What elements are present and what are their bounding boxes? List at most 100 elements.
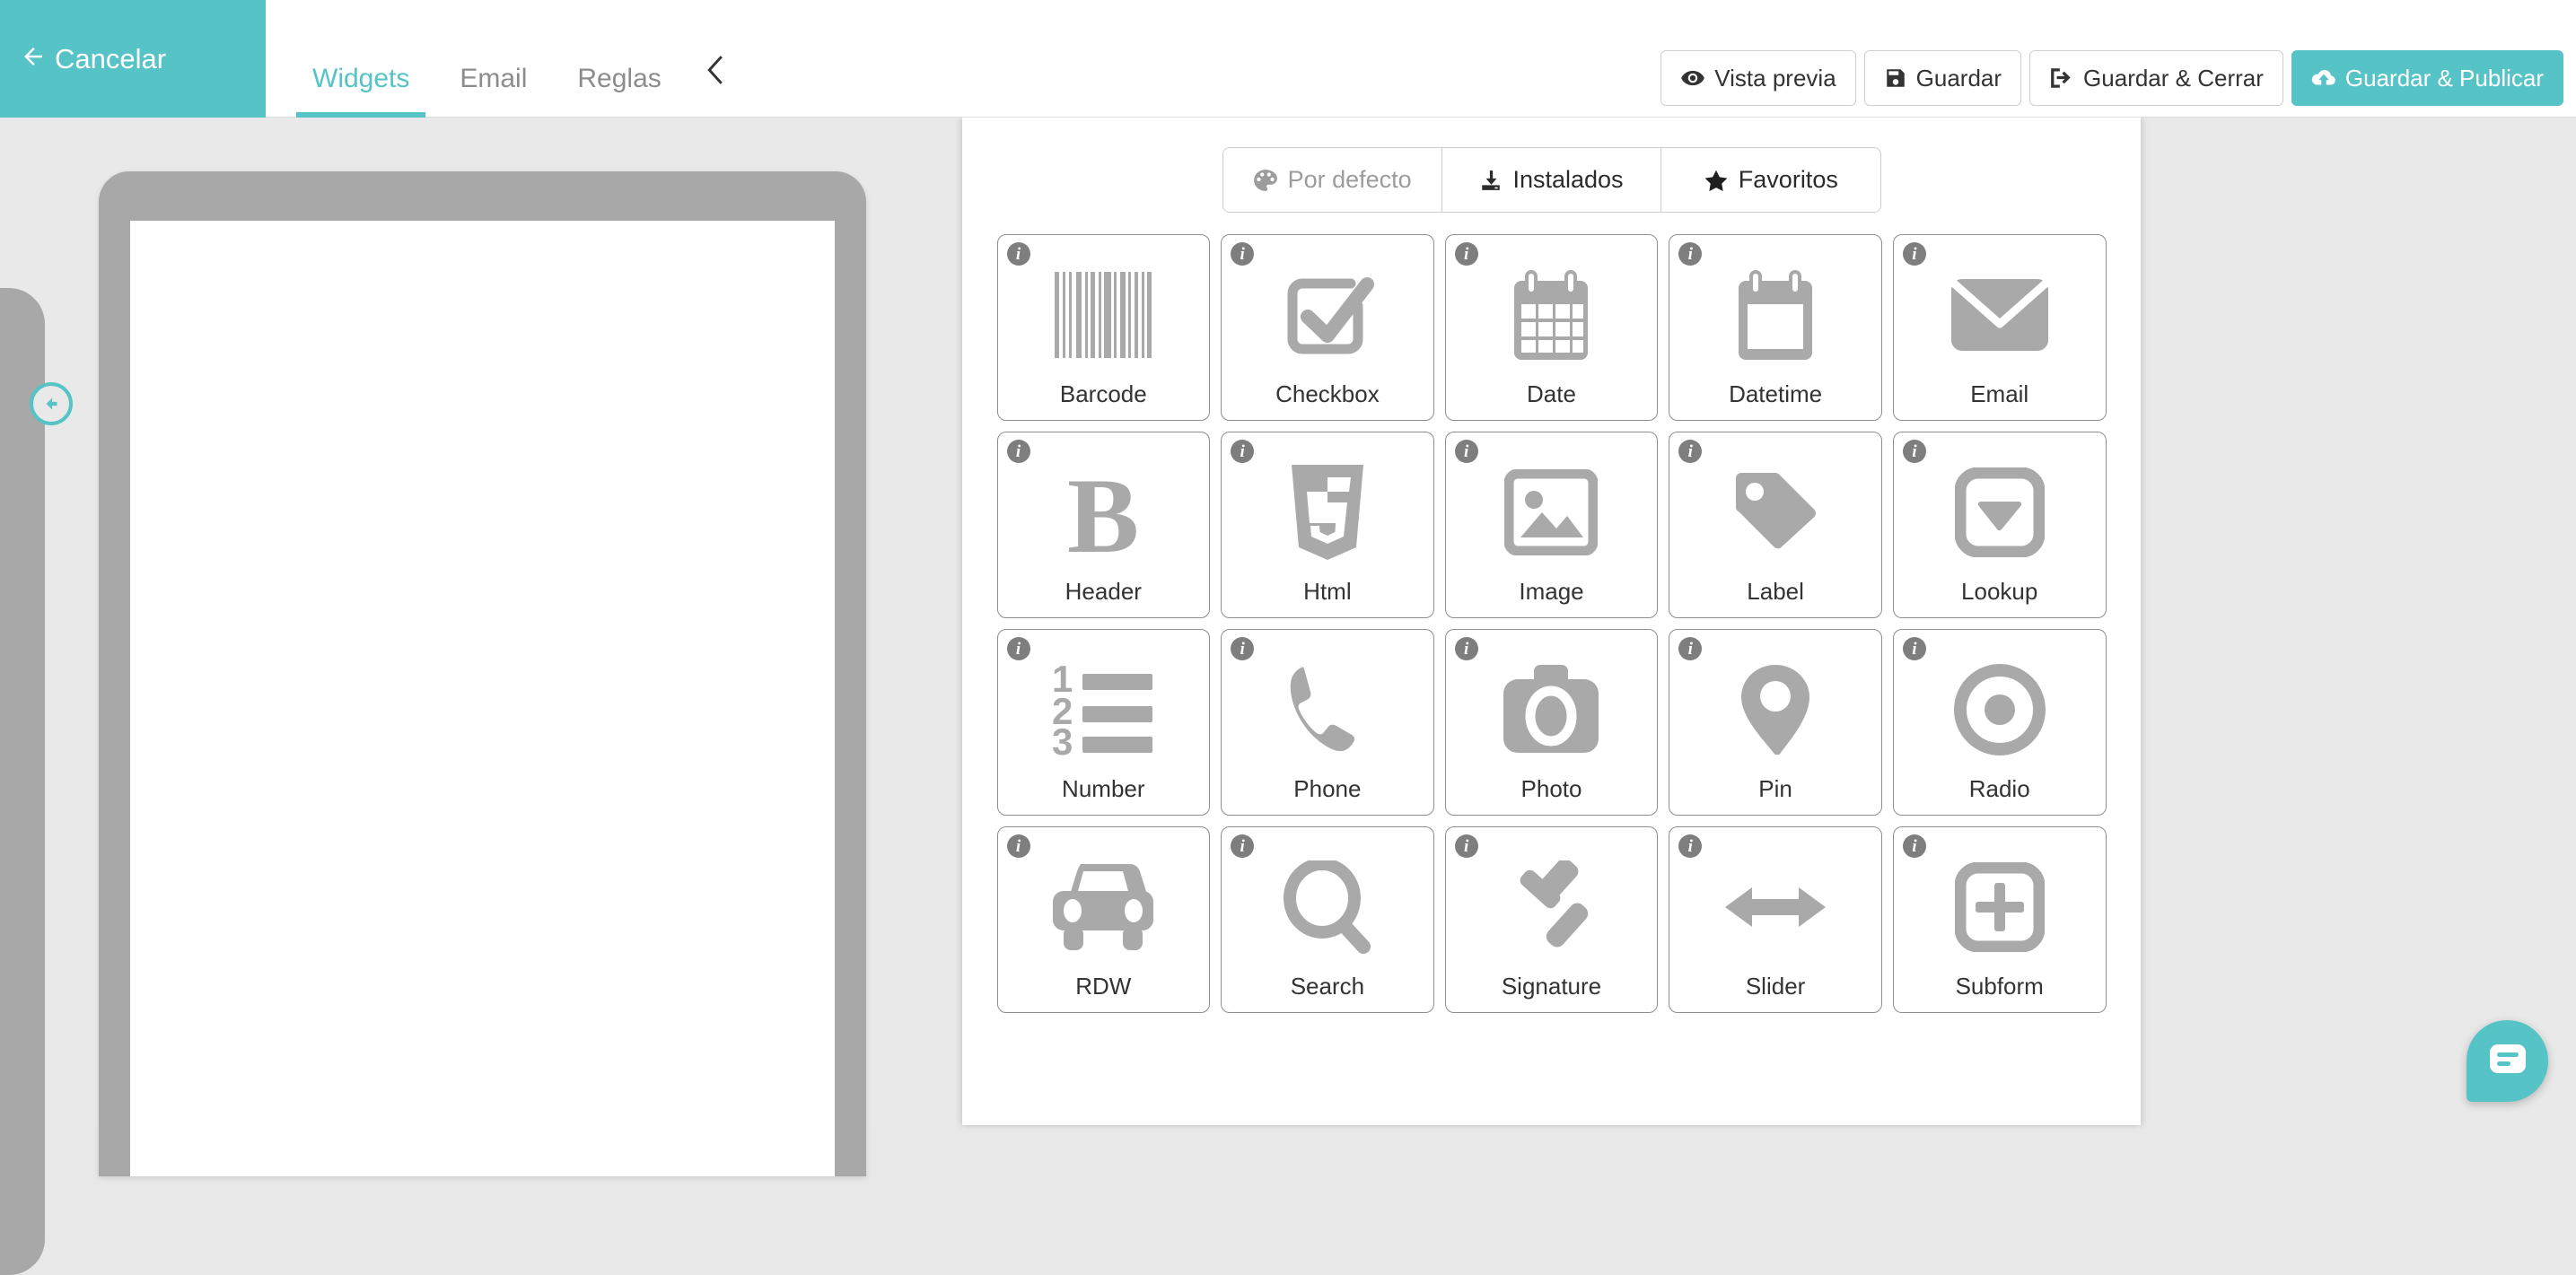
widget-label: RDW bbox=[1075, 973, 1132, 1000]
widget-card-phone[interactable]: i Phone bbox=[1221, 629, 1434, 816]
widget-card-lookup[interactable]: i Lookup bbox=[1892, 432, 2107, 618]
widget-label: Barcode bbox=[1059, 380, 1147, 407]
tag-icon bbox=[1669, 432, 1881, 580]
widget-label: Date bbox=[1527, 380, 1576, 407]
filter-por-defecto-label: Por defecto bbox=[1287, 166, 1412, 193]
tab-reglas[interactable]: Reglas bbox=[552, 64, 686, 118]
widget-panel: Por defecto Instalados Favoritos i Barco… bbox=[962, 118, 2141, 1125]
info-icon[interactable]: i bbox=[1006, 242, 1030, 266]
tab-bar: Widgets Email Reglas bbox=[287, 0, 746, 118]
widget-filter-group: Por defecto Instalados Favoritos bbox=[1222, 147, 1881, 213]
filter-favoritos[interactable]: Favoritos bbox=[1661, 148, 1880, 212]
palette-icon bbox=[1253, 169, 1278, 192]
star-icon bbox=[1704, 169, 1729, 192]
cancel-label: Cancelar bbox=[55, 42, 167, 74]
calendar-blank-icon bbox=[1669, 235, 1881, 382]
eye-icon bbox=[1680, 65, 1705, 91]
tab-reglas-label: Reglas bbox=[577, 64, 662, 93]
tablet-preview-frame bbox=[99, 171, 866, 1176]
info-icon[interactable]: i bbox=[1231, 834, 1255, 858]
widget-card-checkbox[interactable]: i Checkbox bbox=[1221, 234, 1434, 421]
widget-card-html[interactable]: i Html bbox=[1221, 432, 1434, 618]
info-icon[interactable]: i bbox=[1454, 834, 1478, 858]
widget-label: Datetime bbox=[1729, 380, 1823, 407]
tab-email[interactable]: Email bbox=[434, 64, 552, 118]
widget-label: Header bbox=[1065, 578, 1142, 605]
widget-card-email[interactable]: i Email bbox=[1892, 234, 2107, 421]
cancel-button[interactable]: Cancelar bbox=[0, 0, 266, 118]
info-icon[interactable]: i bbox=[1006, 637, 1030, 660]
guardar-button[interactable]: Guardar bbox=[1863, 50, 2022, 106]
widget-label: Radio bbox=[1968, 775, 2030, 802]
filter-instalados[interactable]: Instalados bbox=[1441, 148, 1662, 212]
widget-card-subform[interactable]: i Subform bbox=[1892, 826, 2107, 1013]
info-icon[interactable]: i bbox=[1231, 242, 1255, 266]
chevron-left-icon[interactable] bbox=[687, 55, 746, 118]
svg-text:B: B bbox=[1067, 466, 1139, 559]
info-icon[interactable]: i bbox=[1902, 637, 1926, 660]
vista-previa-label: Vista previa bbox=[1714, 64, 1836, 92]
widget-label: Phone bbox=[1293, 775, 1362, 802]
info-icon[interactable]: i bbox=[1231, 440, 1255, 463]
tab-widgets-label: Widgets bbox=[312, 64, 410, 93]
widget-label: Search bbox=[1290, 973, 1365, 1000]
widget-label: Email bbox=[1970, 380, 2029, 407]
widget-card-label[interactable]: i Label bbox=[1669, 432, 1882, 618]
info-icon[interactable]: i bbox=[1902, 242, 1926, 266]
widget-card-date[interactable]: i Date bbox=[1444, 234, 1659, 421]
widget-label: Lookup bbox=[1961, 578, 2038, 605]
widget-card-barcode[interactable]: i Barcode bbox=[996, 234, 1211, 421]
form-canvas[interactable] bbox=[130, 221, 835, 1176]
widget-label: Photo bbox=[1520, 775, 1582, 802]
info-icon[interactable]: i bbox=[1454, 242, 1478, 266]
arrow-left-icon bbox=[20, 43, 47, 75]
guardar-publicar-button[interactable]: Guardar & Publicar bbox=[2291, 50, 2563, 106]
widget-card-rdw[interactable]: i RDW bbox=[996, 826, 1211, 1013]
tab-widgets[interactable]: Widgets bbox=[287, 64, 434, 118]
guardar-label: Guardar bbox=[1915, 64, 2002, 92]
info-icon[interactable]: i bbox=[1454, 440, 1478, 463]
info-icon[interactable]: i bbox=[1902, 440, 1926, 463]
sign-out-icon bbox=[2049, 66, 2074, 90]
guardar-cerrar-label: Guardar & Cerrar bbox=[2083, 64, 2264, 92]
widget-label: Pin bbox=[1758, 775, 1792, 802]
info-icon[interactable]: i bbox=[1902, 834, 1926, 858]
widget-card-search[interactable]: i Search bbox=[1221, 826, 1434, 1013]
widget-grid: i Barcode i Checkbox i Date i Datetime i… bbox=[996, 234, 2107, 1013]
widget-card-slider[interactable]: i Slider bbox=[1669, 826, 1882, 1013]
widget-label: Number bbox=[1062, 775, 1145, 802]
workspace: Por defecto Instalados Favoritos i Barco… bbox=[0, 118, 2576, 1275]
map-pin-icon bbox=[1669, 630, 1881, 777]
chat-bubble-button[interactable] bbox=[2466, 1020, 2548, 1102]
widget-card-header[interactable]: i B Header bbox=[996, 432, 1211, 618]
widget-label: Html bbox=[1303, 578, 1352, 605]
floppy-disk-icon bbox=[1884, 66, 1907, 90]
widget-card-datetime[interactable]: i Datetime bbox=[1669, 234, 1882, 421]
chat-bubble-icon bbox=[2488, 1043, 2528, 1079]
guardar-cerrar-button[interactable]: Guardar & Cerrar bbox=[2029, 50, 2283, 106]
filter-por-defecto[interactable]: Por defecto bbox=[1222, 148, 1442, 212]
widget-card-signature[interactable]: i Signature bbox=[1444, 826, 1659, 1013]
device-peek-left bbox=[0, 288, 45, 1275]
info-icon[interactable]: i bbox=[1006, 440, 1030, 463]
filter-favoritos-label: Favoritos bbox=[1738, 166, 1838, 193]
widget-card-radio[interactable]: i Radio bbox=[1892, 629, 2107, 816]
top-bar: Cancelar Widgets Email Reglas Vista prev… bbox=[0, 0, 2576, 118]
widget-label: Image bbox=[1519, 578, 1584, 605]
vista-previa-button[interactable]: Vista previa bbox=[1660, 50, 1856, 106]
widget-label: Checkbox bbox=[1275, 380, 1380, 407]
widget-card-photo[interactable]: i Photo bbox=[1444, 629, 1659, 816]
arrow-circle-left-icon[interactable] bbox=[30, 382, 73, 425]
info-icon[interactable]: i bbox=[1006, 834, 1030, 858]
widget-card-pin[interactable]: i Pin bbox=[1669, 629, 1882, 816]
info-icon[interactable]: i bbox=[1231, 637, 1255, 660]
action-button-group: Vista previa Guardar Guardar & Cerrar Gu… bbox=[1660, 50, 2563, 106]
tab-email-label: Email bbox=[460, 64, 528, 93]
widget-label: Slider bbox=[1745, 973, 1806, 1000]
widget-card-number[interactable]: i 123 Number bbox=[996, 629, 1211, 816]
widget-card-image[interactable]: i Image bbox=[1444, 432, 1659, 618]
download-icon bbox=[1479, 169, 1503, 192]
info-icon[interactable]: i bbox=[1454, 637, 1478, 660]
cloud-upload-icon bbox=[2311, 66, 2336, 90]
widget-label: Subform bbox=[1955, 973, 2044, 1000]
